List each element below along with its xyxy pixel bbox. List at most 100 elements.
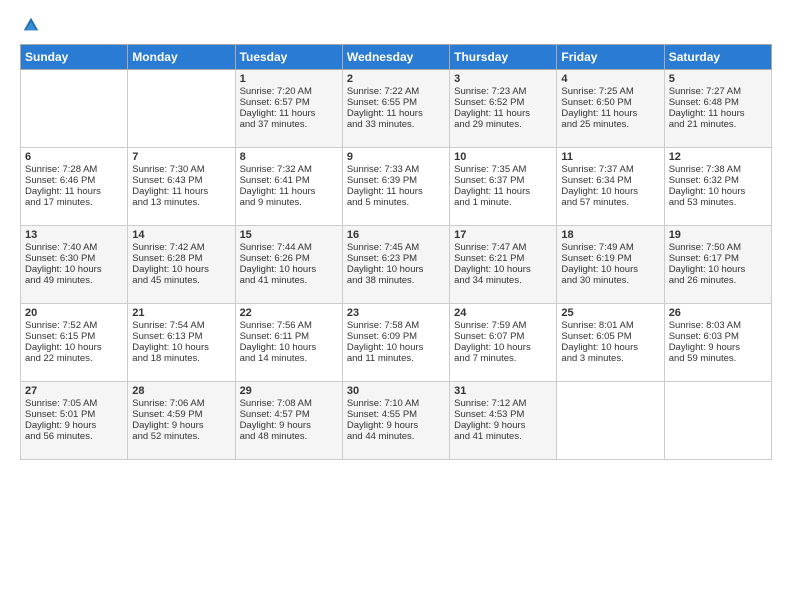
- header-cell-sunday: Sunday: [21, 45, 128, 70]
- day-info-line: Daylight: 10 hours: [454, 342, 552, 353]
- day-info-line: Sunset: 6:48 PM: [669, 97, 767, 108]
- day-info-line: Daylight: 10 hours: [240, 342, 338, 353]
- day-cell: 15Sunrise: 7:44 AMSunset: 6:26 PMDayligh…: [235, 226, 342, 304]
- day-cell: 22Sunrise: 7:56 AMSunset: 6:11 PMDayligh…: [235, 304, 342, 382]
- day-cell: 5Sunrise: 7:27 AMSunset: 6:48 PMDaylight…: [664, 70, 771, 148]
- day-info-line: and 13 minutes.: [132, 197, 230, 208]
- day-number: 18: [561, 229, 659, 241]
- day-info-line: and 45 minutes.: [132, 275, 230, 286]
- day-info-line: and 7 minutes.: [454, 353, 552, 364]
- day-info-line: Sunset: 6:30 PM: [25, 253, 123, 264]
- day-info-line: Sunrise: 7:49 AM: [561, 242, 659, 253]
- day-info-line: Daylight: 10 hours: [561, 264, 659, 275]
- day-info-line: Daylight: 10 hours: [347, 342, 445, 353]
- day-info-line: and 11 minutes.: [347, 353, 445, 364]
- day-info-line: and 57 minutes.: [561, 197, 659, 208]
- day-info-line: Daylight: 10 hours: [561, 186, 659, 197]
- day-info-line: Sunrise: 7:54 AM: [132, 320, 230, 331]
- day-cell: 23Sunrise: 7:58 AMSunset: 6:09 PMDayligh…: [342, 304, 449, 382]
- day-cell: [557, 382, 664, 460]
- day-info-line: Daylight: 9 hours: [240, 420, 338, 431]
- day-info-line: Sunrise: 7:20 AM: [240, 86, 338, 97]
- header-cell-saturday: Saturday: [664, 45, 771, 70]
- day-number: 3: [454, 73, 552, 85]
- day-cell: 2Sunrise: 7:22 AMSunset: 6:55 PMDaylight…: [342, 70, 449, 148]
- day-info-line: Daylight: 10 hours: [454, 264, 552, 275]
- day-info-line: and 56 minutes.: [25, 431, 123, 442]
- day-number: 19: [669, 229, 767, 241]
- day-info-line: Daylight: 10 hours: [240, 264, 338, 275]
- day-number: 16: [347, 229, 445, 241]
- day-info-line: Daylight: 11 hours: [347, 186, 445, 197]
- day-info-line: Sunset: 6:26 PM: [240, 253, 338, 264]
- week-row-0: 1Sunrise: 7:20 AMSunset: 6:57 PMDaylight…: [21, 70, 772, 148]
- day-info-line: Sunrise: 7:52 AM: [25, 320, 123, 331]
- day-info-line: Sunrise: 7:38 AM: [669, 164, 767, 175]
- day-cell: 30Sunrise: 7:10 AMSunset: 4:55 PMDayligh…: [342, 382, 449, 460]
- day-info-line: Sunset: 6:09 PM: [347, 331, 445, 342]
- week-row-2: 13Sunrise: 7:40 AMSunset: 6:30 PM Dayligh…: [21, 226, 772, 304]
- day-cell: 24Sunrise: 7:59 AMSunset: 6:07 PMDayligh…: [450, 304, 557, 382]
- day-info-line: Daylight: 9 hours: [454, 420, 552, 431]
- day-info-line: Sunset: 6:28 PM: [132, 253, 230, 264]
- day-info-line: and 38 minutes.: [347, 275, 445, 286]
- calendar-header: SundayMondayTuesdayWednesdayThursdayFrid…: [21, 45, 772, 70]
- day-info-line: and 48 minutes.: [240, 431, 338, 442]
- day-info-line: Daylight: 11 hours: [454, 108, 552, 119]
- day-info-line: Daylight: 11 hours: [240, 186, 338, 197]
- day-info-line: Sunrise: 7:40 AM: [25, 242, 123, 253]
- header: [20, 16, 772, 34]
- header-cell-wednesday: Wednesday: [342, 45, 449, 70]
- day-info-line: and 34 minutes.: [454, 275, 552, 286]
- day-info-line: and 44 minutes.: [347, 431, 445, 442]
- day-info-line: Sunrise: 7:42 AM: [132, 242, 230, 253]
- day-info-line: Sunset: 6:11 PM: [240, 331, 338, 342]
- day-info-line: Sunset: 6:03 PM: [669, 331, 767, 342]
- day-info-line: Sunset: 6:32 PM: [669, 175, 767, 186]
- day-info-line: Sunrise: 7:35 AM: [454, 164, 552, 175]
- day-info-line: Daylight: 10 hours: [132, 264, 230, 275]
- day-info-line: and 49 minutes.: [25, 275, 123, 286]
- day-info-line: Daylight: 10 hours: [669, 264, 767, 275]
- day-cell: 8Sunrise: 7:32 AMSunset: 6:41 PMDaylight…: [235, 148, 342, 226]
- day-info-line: Sunset: 6:50 PM: [561, 97, 659, 108]
- day-cell: [21, 70, 128, 148]
- day-info-line: Sunset: 6:43 PM: [132, 175, 230, 186]
- day-info-line: Sunrise: 7:44 AM: [240, 242, 338, 253]
- day-number: 20: [25, 307, 123, 319]
- day-cell: 12Sunrise: 7:38 AMSunset: 6:32 PMDayligh…: [664, 148, 771, 226]
- day-cell: 1Sunrise: 7:20 AMSunset: 6:57 PMDaylight…: [235, 70, 342, 148]
- day-info-line: and 18 minutes.: [132, 353, 230, 364]
- day-info-line: Sunset: 6:15 PM: [25, 331, 123, 342]
- day-info-line: and 22 minutes.: [25, 353, 123, 364]
- day-info-line: Sunrise: 7:12 AM: [454, 398, 552, 409]
- day-number: 2: [347, 73, 445, 85]
- day-info-line: Sunset: 6:07 PM: [454, 331, 552, 342]
- day-number: 17: [454, 229, 552, 241]
- day-info-line: Sunrise: 7:50 AM: [669, 242, 767, 253]
- week-row-3: 20Sunrise: 7:52 AMSunset: 6:15 PM Dayligh…: [21, 304, 772, 382]
- day-cell: 9Sunrise: 7:33 AMSunset: 6:39 PMDaylight…: [342, 148, 449, 226]
- day-cell: [664, 382, 771, 460]
- day-cell: 21Sunrise: 7:54 AMSunset: 6:13 PMDayligh…: [128, 304, 235, 382]
- day-number: 21: [132, 307, 230, 319]
- day-info-line: and 21 minutes.: [669, 119, 767, 130]
- day-info-line: and 17 minutes.: [25, 197, 123, 208]
- day-number: 8: [240, 151, 338, 163]
- day-info-line: Daylight: 10 hours: [669, 186, 767, 197]
- day-number: 6: [25, 151, 123, 163]
- day-info-line: Sunset: 6:19 PM: [561, 253, 659, 264]
- day-info-line: and 1 minute.: [454, 197, 552, 208]
- day-cell: 10Sunrise: 7:35 AMSunset: 6:37 PMDayligh…: [450, 148, 557, 226]
- day-number: 31: [454, 385, 552, 397]
- day-number: 7: [132, 151, 230, 163]
- day-info-line: Sunrise: 7:33 AM: [347, 164, 445, 175]
- day-number: 13: [25, 229, 123, 241]
- day-info-line: Sunrise: 7:06 AM: [132, 398, 230, 409]
- day-info-line: Sunrise: 7:56 AM: [240, 320, 338, 331]
- day-number: 4: [561, 73, 659, 85]
- day-info-line: Sunset: 4:57 PM: [240, 409, 338, 420]
- day-info-line: and 52 minutes.: [132, 431, 230, 442]
- day-info-line: Sunset: 6:37 PM: [454, 175, 552, 186]
- day-cell: 4Sunrise: 7:25 AMSunset: 6:50 PMDaylight…: [557, 70, 664, 148]
